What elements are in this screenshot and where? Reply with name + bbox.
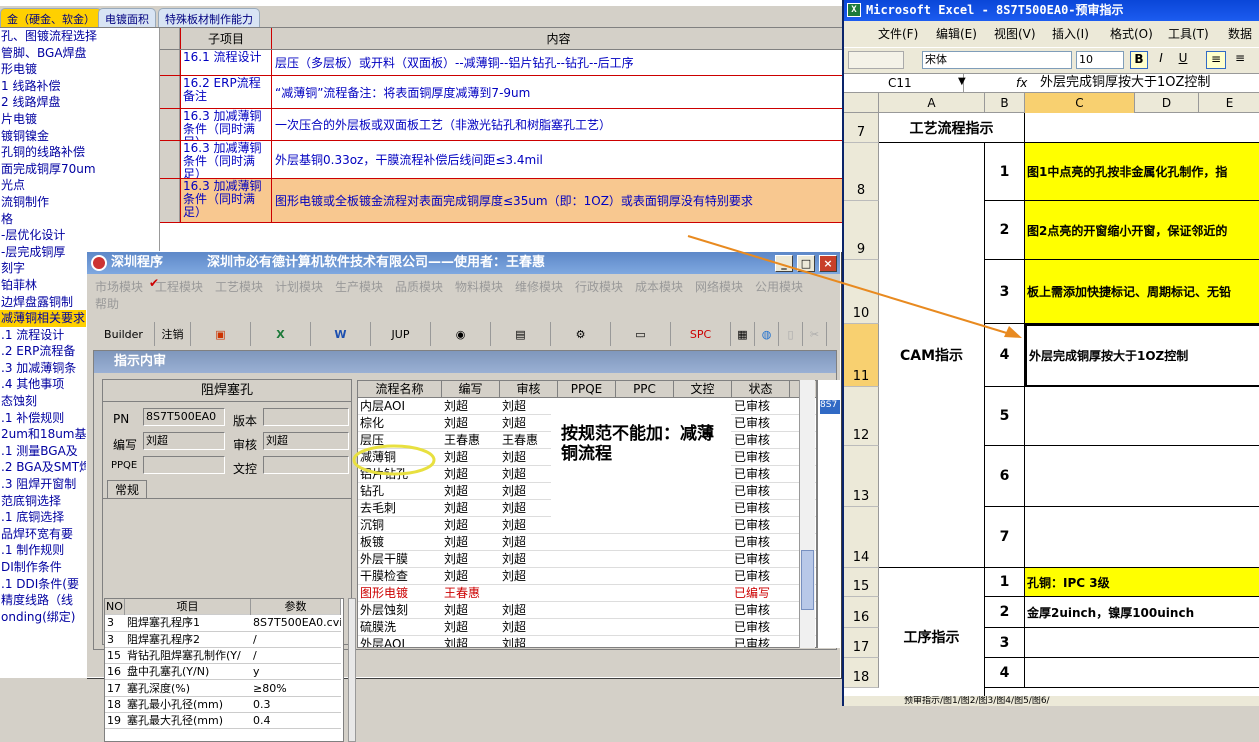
annotation-arrow-head — [1004, 326, 1022, 338]
annotation-overlay — [352, 235, 1022, 476]
annotation-arrow-line — [687, 235, 1011, 335]
highlight-ellipse — [352, 444, 436, 476]
param-item: 塞孔最大孔径(mm) — [127, 714, 224, 728]
param-no: 19 — [107, 714, 121, 728]
param-value: 0.4 — [253, 714, 271, 728]
param-row[interactable]: 19 塞孔最大孔径(mm) 0.4 — [105, 713, 341, 730]
